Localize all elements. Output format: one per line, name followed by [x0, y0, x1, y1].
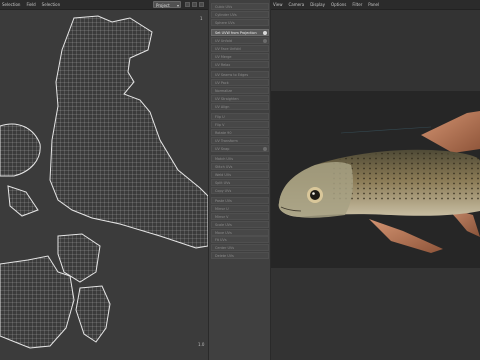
uv-canvas[interactable] [0, 10, 208, 360]
uv-tool-button[interactable]: UV Straighten [211, 94, 269, 102]
app-window: Selection Field Selection Project ▾ 1 1.… [0, 0, 480, 360]
uv-tool-label: Center UVs [215, 246, 235, 251]
uv-tool-button[interactable]: UV Align [211, 102, 269, 110]
uv-menu-selection-2[interactable]: Selection [42, 0, 60, 9]
uv-tool-button[interactable]: Cylinder UVs [211, 10, 269, 18]
uv-tool-button[interactable]: Match UVs [211, 155, 269, 163]
options-icon[interactable] [263, 39, 267, 44]
uv-tool-label: Split UVs [215, 180, 231, 185]
uv-tool-label: UV Straighten [215, 96, 239, 101]
uv-tool-label: Scale UVs [215, 222, 232, 227]
uv-tool-button[interactable]: UV Face Unfold [211, 45, 269, 52]
uv-tool-label: Rotate 90 [215, 131, 232, 135]
viewport-menu-camera[interactable]: Camera [289, 0, 305, 9]
uv-tool-label: UV Pack [215, 81, 229, 86]
uv-tool-label: Move UVs [215, 230, 232, 235]
uv-tool-label: UV Transform [215, 138, 238, 143]
viewport-lower-area [271, 268, 480, 360]
uv-tool-button[interactable]: Delete UVs [211, 252, 269, 259]
uv-tool-label: Paste UVs [215, 199, 232, 204]
uv-tool-button[interactable]: Flip U [211, 113, 269, 121]
uv-tool-button[interactable]: Cubic UVs [211, 3, 269, 10]
uv-tick-top: 1 [200, 16, 203, 21]
viewport-header: View Camera Display Options Filter Panel [271, 0, 480, 10]
uv-tools-panel: Cubic UVs Cylinder UVs Sphere UVs Set UVW f… [208, 0, 271, 360]
selection-mode-value: Project [156, 3, 170, 8]
viewport-menu-panel[interactable]: Panel [368, 0, 379, 9]
uv-editor-header: Selection Field Selection Project ▾ [0, 0, 208, 10]
viewport-menu-filter[interactable]: Filter [352, 0, 362, 9]
uv-tool-button[interactable]: UV Relax [211, 60, 269, 68]
uv-tool-button[interactable]: Weld UVs [211, 171, 269, 178]
uv-island-fin-small [75, 285, 111, 343]
fish-render [278, 111, 480, 253]
uv-editor-panel: Selection Field Selection Project ▾ 1 1.… [0, 0, 208, 360]
viewport-menu-options[interactable]: Options [331, 0, 346, 9]
uv-tool-label: Flip U [215, 115, 225, 120]
selection-mode-dropdown[interactable]: Project ▾ [153, 1, 181, 8]
uv-tool-button[interactable]: Stitch UVs [211, 163, 269, 171]
uv-tool-label: Stitch UVs [215, 165, 233, 170]
uv-tool-label: UV Merge [215, 54, 232, 59]
uv-tool-button[interactable]: Normalize [211, 87, 269, 94]
uv-menu-selection[interactable]: Selection [2, 0, 20, 9]
uv-tool-label: UV Relax [215, 62, 231, 67]
uv-island-body [49, 15, 208, 249]
uv-tool-button[interactable]: UV Merge [211, 52, 269, 60]
uv-editor-menu: Selection Field Selection [0, 0, 60, 9]
uv-tool-label: UV Face Unfold [215, 47, 241, 51]
viewport-render-area[interactable] [271, 91, 480, 268]
chevron-down-icon: ▾ [176, 3, 179, 8]
uv-tool-button[interactable]: Mirror U [211, 205, 269, 213]
options-icon[interactable] [263, 31, 267, 36]
uv-tool-button[interactable]: UV Unfold [211, 37, 269, 45]
uv-tool-label: UV Align [215, 104, 230, 109]
uv-tool-button[interactable]: Flip V [211, 121, 269, 129]
uv-tool-label: Copy UVs [215, 188, 232, 193]
uv-tool-button[interactable]: Copy UVs [211, 186, 269, 194]
uv-island-head [0, 123, 41, 177]
uv-tool-button[interactable]: Paste UVs [211, 197, 269, 205]
uv-tool-label: Normalize [215, 89, 233, 93]
uv-tool-button[interactable]: Set UVW from Projection [211, 29, 269, 37]
uv-tick-bottom: 1.0 [198, 342, 205, 347]
uv-tool-label: Sphere UVs [215, 20, 235, 25]
viewport-menu-display[interactable]: Display [310, 0, 325, 9]
uv-tool-button[interactable]: Sphere UVs [211, 18, 269, 26]
viewport-panel: View Camera Display Options Filter Panel [271, 0, 480, 360]
uv-tool-button[interactable]: Mirror V [211, 213, 269, 220]
viewport-upper-area [271, 10, 480, 91]
uv-tool-button[interactable]: Scale UVs [211, 220, 269, 228]
uv-tool-button[interactable]: Split UVs [211, 178, 269, 186]
uv-tool-label: Fit UVs [215, 238, 227, 243]
uv-tool-button[interactable]: UV Transform [211, 136, 269, 144]
uv-tool-label: Delete UVs [215, 254, 234, 258]
uv-tool-label: Match UVs [215, 157, 233, 162]
uv-tool-button[interactable]: Rotate 90 [211, 129, 269, 136]
uv-tool-label: Mirror U [215, 207, 229, 212]
uv-tool-button[interactable]: Center UVs [211, 244, 269, 252]
frame-icon[interactable] [185, 2, 190, 7]
viewport-menu-view[interactable]: View [273, 0, 283, 9]
uv-tool-button[interactable]: Move UVs [211, 228, 269, 236]
uv-menu-field[interactable]: Field [26, 0, 35, 9]
uv-tool-label: Cubic UVs [215, 5, 233, 9]
uv-tool-button[interactable]: UV Pack [211, 79, 269, 87]
options-icon[interactable] [263, 146, 267, 151]
uv-tool-button[interactable]: UV Snap [211, 144, 269, 152]
uv-tool-label: UV Seams to Edges [215, 73, 249, 78]
uv-tool-label: Set UVW from Projection [215, 31, 257, 36]
uv-tool-label: Flip V [215, 123, 225, 128]
uv-tool-button[interactable]: UV Seams to Edges [211, 71, 269, 79]
grid-icon[interactable] [192, 2, 197, 7]
viewport-menu: View Camera Display Options Filter Panel [271, 0, 379, 9]
uv-tool-label: UV Unfold [215, 39, 232, 44]
uv-tool-label: UV Snap [215, 146, 230, 151]
uv-tool-label: Mirror V [215, 215, 229, 219]
uv-tool-label: Weld UVs [215, 173, 231, 177]
uv-tool-button[interactable]: Fit UVs [211, 236, 269, 244]
uv-tool-label: Cylinder UVs [215, 12, 237, 17]
settings-icon[interactable] [199, 2, 204, 7]
uv-island-fin-left [7, 185, 39, 217]
